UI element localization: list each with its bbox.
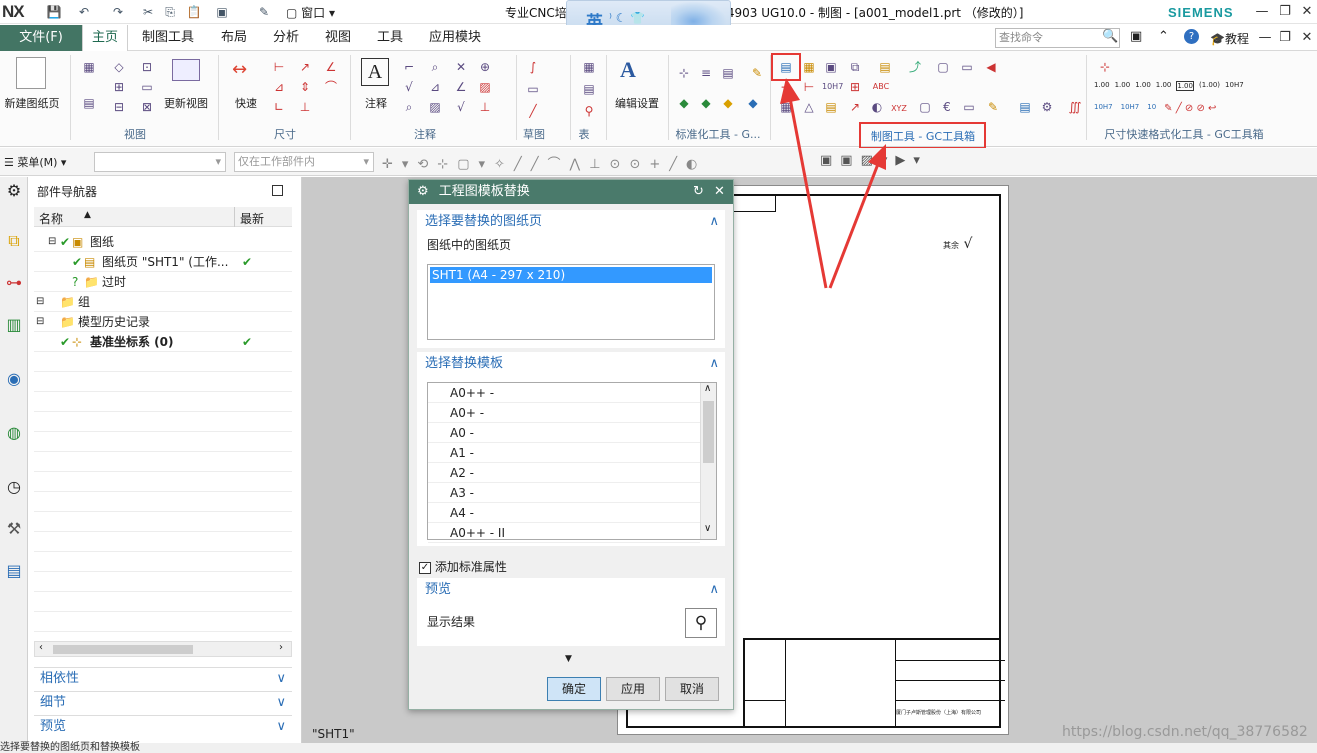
- status-text: 选择要替换的图纸页和替换模板: [0, 742, 140, 753]
- annotation-arrows: [780, 78, 886, 289]
- red-arrowhead-1: [780, 78, 800, 104]
- red-arrow-2: [828, 163, 880, 289]
- red-arrow-1: [788, 97, 828, 289]
- status-bar: 选择要替换的图纸页和替换模板: [0, 743, 1317, 753]
